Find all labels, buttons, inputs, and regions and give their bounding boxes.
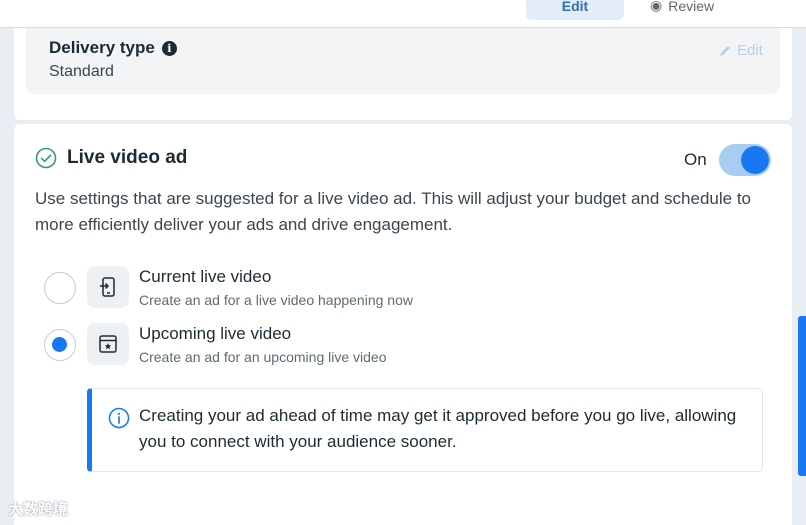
delivery-card: Delivery type i Standard Edit bbox=[14, 28, 792, 120]
live-video-card: Live video ad On Use settings that are s… bbox=[14, 124, 792, 525]
option-upcoming-live-video[interactable]: Upcoming live video Create an ad for an … bbox=[44, 321, 744, 369]
delivery-title: Delivery type i bbox=[49, 38, 177, 58]
delivery-edit-button[interactable]: Edit bbox=[718, 42, 763, 59]
tab-edit-label: Edit bbox=[561, 0, 589, 14]
info-circle-icon bbox=[108, 407, 130, 429]
calendar-star-icon bbox=[99, 335, 117, 353]
phone-enter-icon bbox=[100, 277, 115, 297]
top-bar: Edit ◉ Review bbox=[0, 0, 806, 28]
live-video-description: Use settings that are suggested for a li… bbox=[35, 189, 752, 234]
opt-icon-box bbox=[87, 266, 129, 308]
radio-upcoming-live-video[interactable] bbox=[44, 329, 76, 361]
live-video-title: Live video ad bbox=[67, 147, 188, 168]
live-video-toggle[interactable] bbox=[718, 144, 771, 176]
opt-icon-box bbox=[87, 323, 129, 365]
notice-text: Creating your ad ahead of time may get i… bbox=[139, 406, 737, 451]
option-title: Upcoming live video bbox=[139, 324, 292, 343]
left-gutter bbox=[0, 28, 14, 525]
check-circle-icon bbox=[35, 147, 57, 169]
scrollbar-thumb[interactable] bbox=[798, 316, 806, 476]
eye-icon: ◉ bbox=[650, 0, 663, 13]
live-video-toggle-group: On bbox=[684, 144, 771, 176]
delivery-value: Standard bbox=[49, 63, 114, 80]
pencil-icon bbox=[720, 45, 730, 56]
toggle-knob bbox=[740, 146, 769, 174]
tab-review[interactable]: ◉ Review bbox=[650, 0, 714, 20]
delivery-edit-label: Edit bbox=[737, 42, 763, 59]
watermark-text: 大数跨境 bbox=[8, 501, 69, 518]
delivery-title-label: Delivery type bbox=[49, 38, 155, 57]
radio-current-live-video[interactable] bbox=[44, 272, 76, 304]
tab-review-label: Review bbox=[668, 0, 715, 14]
option-subtitle: Create an ad for a live video happening … bbox=[139, 292, 413, 308]
delivery-panel: Delivery type i Standard Edit bbox=[26, 28, 780, 94]
option-title: Current live video bbox=[139, 267, 272, 286]
page: Edit ◉ Review Delivery type i Standard E… bbox=[0, 0, 806, 525]
option-subtitle: Create an ad for an upcoming live video bbox=[139, 349, 387, 365]
watermark-logo: 大数跨境 bbox=[8, 498, 68, 519]
toggle-label: On bbox=[684, 150, 707, 169]
option-current-live-video[interactable]: Current live video Create an ad for a li… bbox=[44, 264, 744, 312]
tab-edit[interactable]: Edit bbox=[526, 0, 624, 20]
info-icon[interactable]: i bbox=[161, 40, 177, 56]
live-video-header: Live video ad bbox=[35, 147, 187, 169]
info-notice: Creating your ad ahead of time may get i… bbox=[87, 388, 763, 472]
